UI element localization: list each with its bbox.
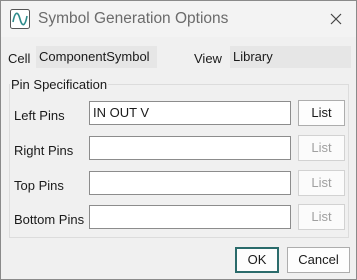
window-title: Symbol Generation Options: [38, 10, 229, 27]
pin-specification-title: Pin Specification: [10, 77, 109, 92]
bottom-pins-input[interactable]: [89, 205, 291, 229]
bottom-pins-list-button: List: [298, 204, 345, 230]
top-pins-list-button: List: [298, 170, 345, 196]
right-pins-input[interactable]: [89, 136, 291, 160]
cancel-button[interactable]: Cancel: [287, 247, 350, 273]
view-field: Library: [230, 46, 351, 68]
top-pins-label: Top Pins: [14, 178, 64, 193]
waveform-icon: [10, 9, 30, 29]
right-pins-label: Right Pins: [14, 143, 74, 158]
cell-label: Cell: [8, 51, 31, 66]
ok-button[interactable]: OK: [235, 247, 279, 273]
top-pins-input[interactable]: [89, 171, 291, 195]
right-pins-list-button: List: [298, 135, 345, 161]
close-icon[interactable]: [326, 9, 346, 29]
symbol-generation-dialog: Symbol Generation Options Cell Component…: [0, 0, 357, 280]
left-pins-input[interactable]: IN OUT V: [89, 101, 291, 125]
view-label: View: [194, 51, 222, 66]
title-bar[interactable]: Symbol Generation Options: [1, 1, 356, 37]
left-pins-list-button[interactable]: List: [298, 100, 345, 126]
left-pins-label: Left Pins: [14, 108, 65, 123]
cell-field: ComponentSymbol: [36, 46, 157, 68]
bottom-pins-label: Bottom Pins: [14, 212, 85, 227]
